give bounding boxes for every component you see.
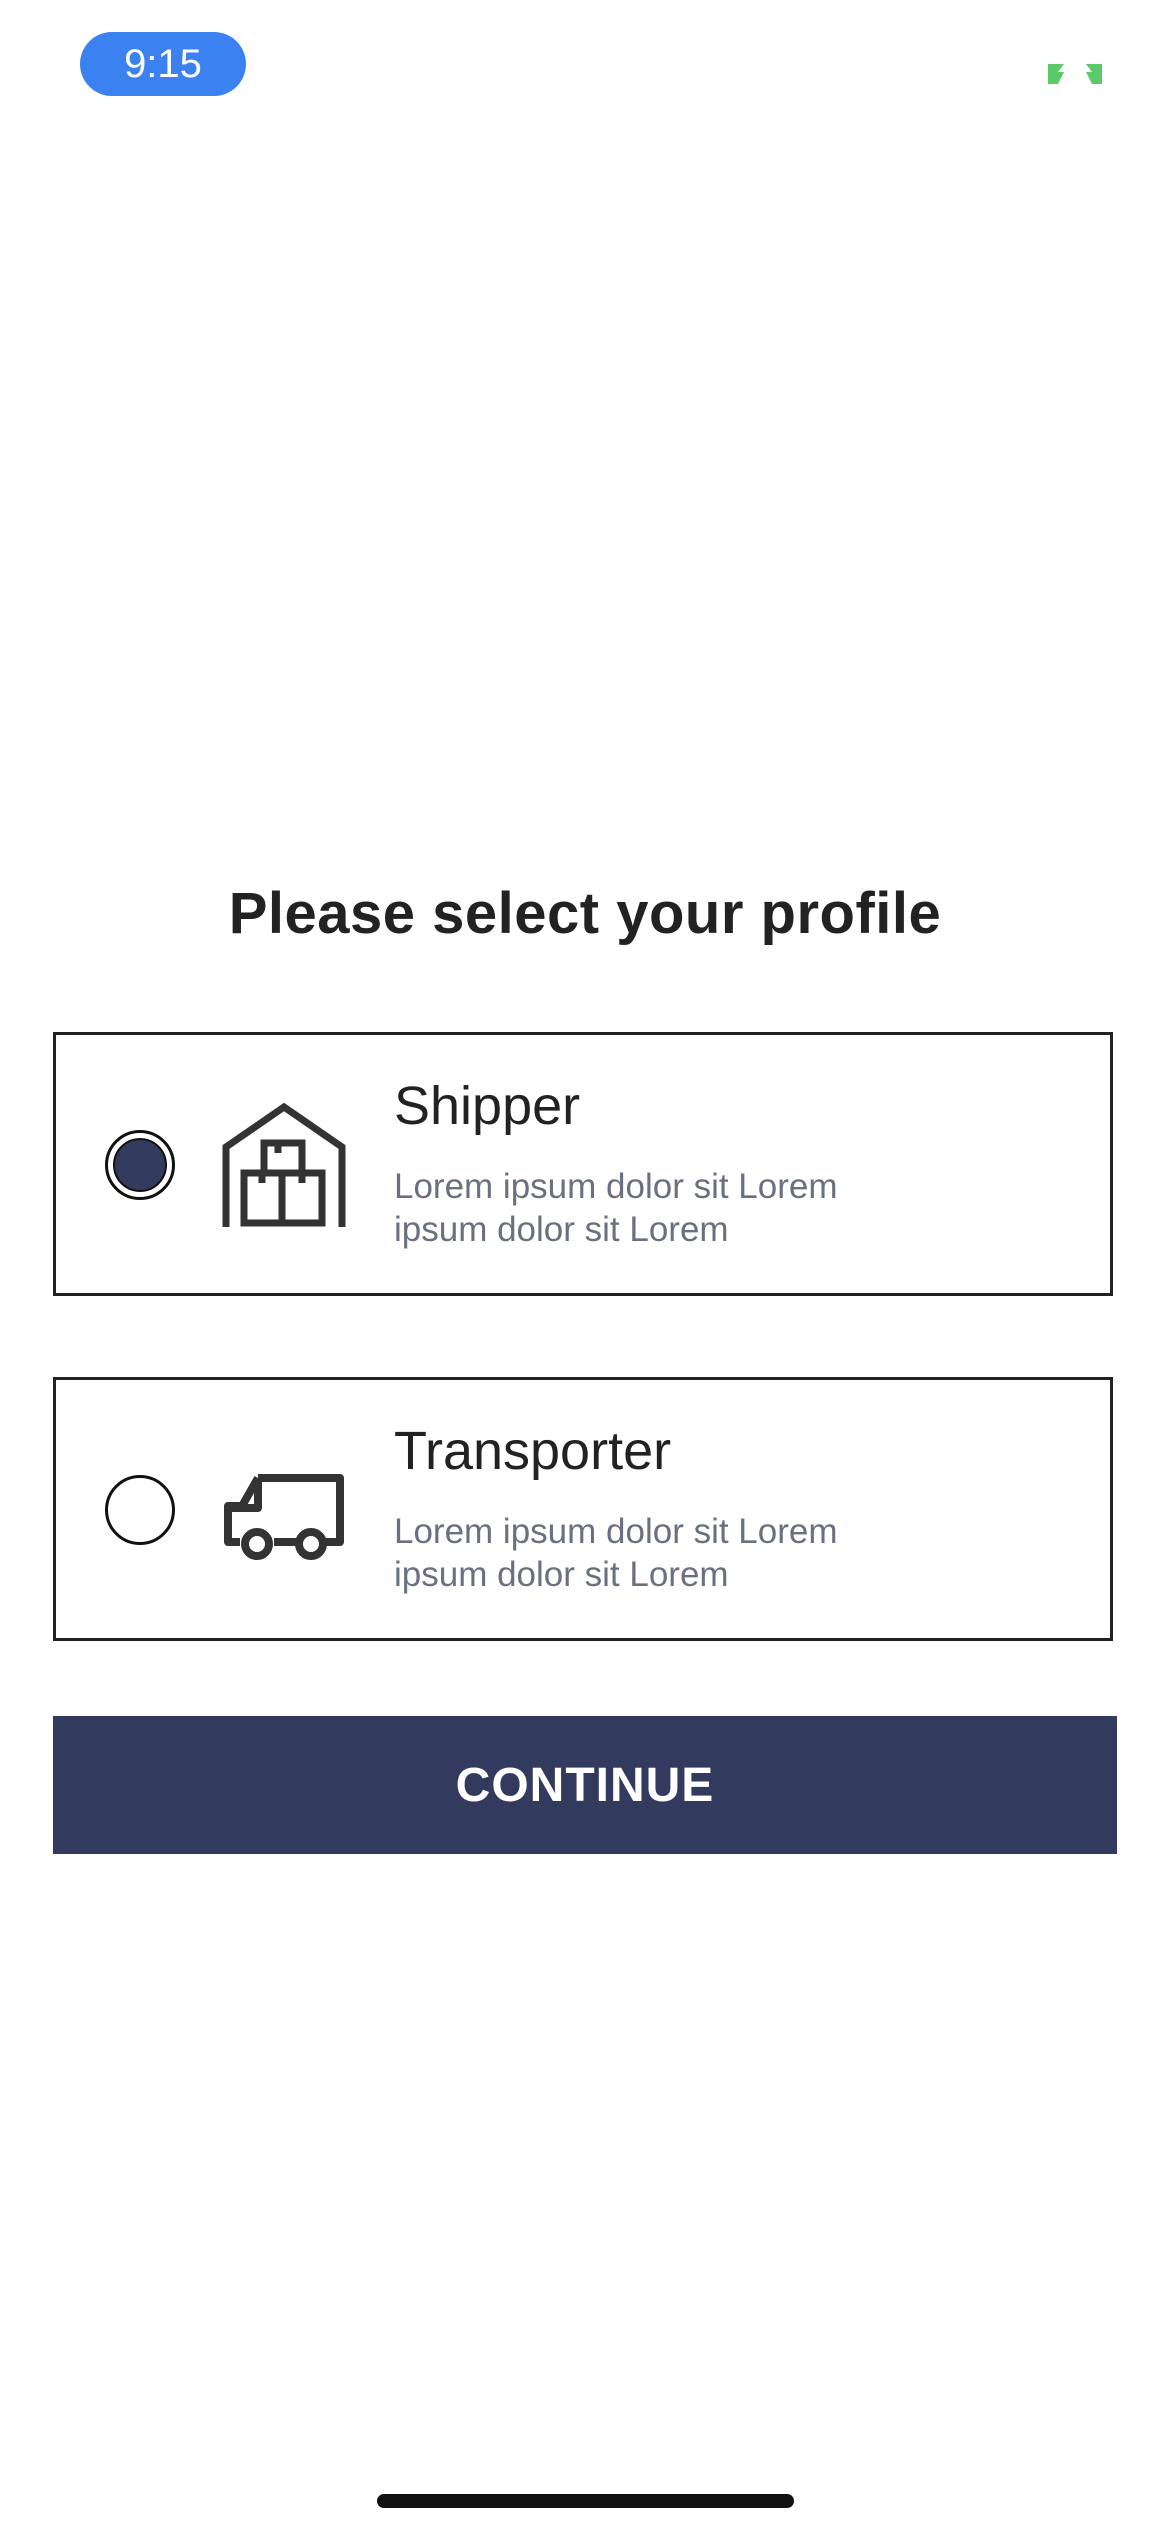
home-indicator [377,2494,794,2508]
profile-option-transporter[interactable]: Transporter Lorem ipsum dolor sit Lorem … [53,1377,1113,1641]
page-title: Please select your profile [228,881,942,946]
radio-button-shipper[interactable] [105,1130,175,1200]
option-description: Lorem ipsum dolor sit Lorem ipsum dolor … [394,1167,838,1249]
continue-button[interactable]: CONTINUE [53,1716,1117,1854]
option-title: Shipper [394,1076,581,1136]
status-time: 9:15 [80,32,246,96]
profile-option-shipper[interactable]: Shipper Lorem ipsum dolor sit Lorem ipsu… [53,1032,1113,1296]
truck-icon [224,1474,344,1560]
warehouse-icon [222,1102,346,1227]
radio-button-transporter[interactable] [105,1475,175,1545]
screen-mirroring-icon [1048,64,1102,84]
option-title: Transporter [394,1421,672,1481]
option-description: Lorem ipsum dolor sit Lorem ipsum dolor … [394,1512,838,1594]
radio-selected-dot [113,1138,167,1192]
